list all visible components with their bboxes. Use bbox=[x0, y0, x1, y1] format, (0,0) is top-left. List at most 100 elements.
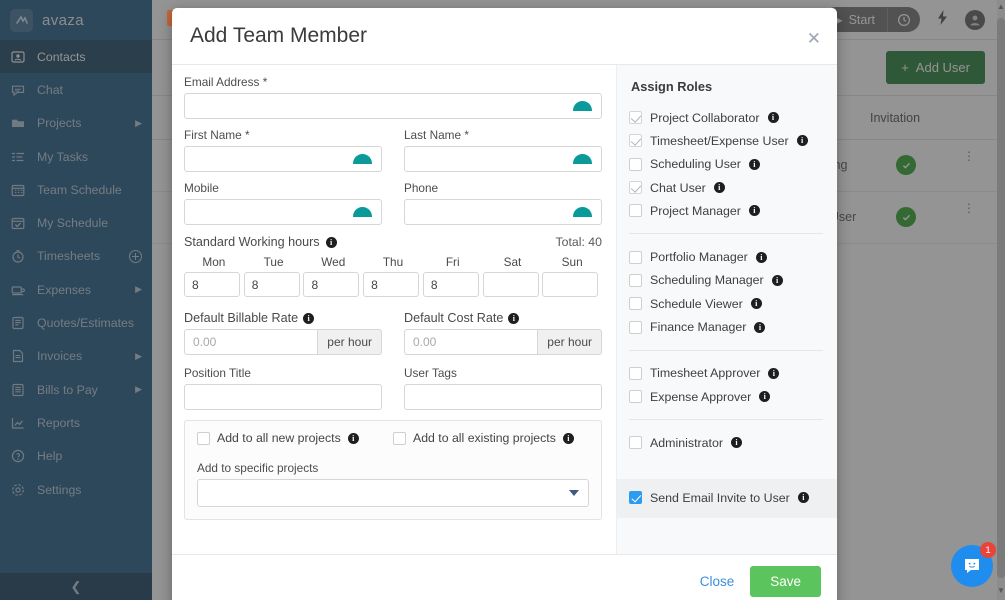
email-field-group: Email Address * bbox=[184, 75, 602, 119]
role-label: Project Manager bbox=[650, 203, 741, 218]
day-label: Sun bbox=[561, 255, 583, 269]
info-icon[interactable]: i bbox=[748, 158, 760, 170]
role-timesheet-approver[interactable]: Timesheet Approver i bbox=[629, 362, 823, 385]
day-input[interactable]: 8 bbox=[303, 272, 360, 297]
add-to-all-existing-projects-checkbox[interactable] bbox=[393, 431, 406, 445]
autofill-arch-icon[interactable] bbox=[573, 101, 592, 111]
info-icon[interactable]: i bbox=[767, 112, 779, 124]
info-icon[interactable]: i bbox=[771, 274, 783, 286]
role-checkbox[interactable] bbox=[629, 204, 642, 218]
required-marker: * bbox=[464, 128, 469, 142]
cost-rate-placeholder: 0.00 bbox=[413, 335, 437, 349]
role-expense-approver[interactable]: Expense Approver i bbox=[629, 385, 823, 408]
role-project-manager[interactable]: Project Manager i bbox=[629, 199, 823, 222]
send-email-invite-label: Send Email Invite to User bbox=[650, 490, 790, 505]
role-checkbox[interactable] bbox=[629, 157, 642, 171]
billable-rate-placeholder: 0.00 bbox=[193, 335, 217, 349]
role-checkbox[interactable] bbox=[629, 250, 642, 264]
role-finance-manager[interactable]: Finance Manager i bbox=[629, 315, 823, 338]
info-icon[interactable]: i bbox=[768, 367, 780, 379]
role-checkbox[interactable] bbox=[629, 320, 642, 334]
autofill-arch-icon[interactable] bbox=[353, 154, 372, 164]
role-label: Project Collaborator bbox=[650, 110, 760, 125]
add-to-specific-projects-select[interactable] bbox=[197, 479, 589, 507]
add-to-all-existing-projects-row[interactable]: Add to all existing projects i bbox=[393, 431, 589, 445]
info-icon[interactable]: i bbox=[713, 182, 725, 194]
modal-body: Email Address * First Name * Last Name *… bbox=[172, 65, 837, 554]
user-tags-field[interactable] bbox=[404, 384, 602, 410]
role-label: Schedule Viewer bbox=[650, 296, 743, 311]
member-details-form: Email Address * First Name * Last Name *… bbox=[172, 65, 616, 554]
role-checkbox[interactable] bbox=[629, 390, 642, 404]
day-input[interactable]: 8 bbox=[184, 272, 240, 297]
role-scheduling-manager[interactable]: Scheduling Manager i bbox=[629, 269, 823, 292]
role-label: Scheduling Manager bbox=[650, 273, 764, 288]
role-checkbox[interactable] bbox=[629, 111, 642, 125]
role-portfolio-manager[interactable]: Portfolio Manager i bbox=[629, 245, 823, 268]
info-icon[interactable]: i bbox=[754, 321, 766, 333]
day-input[interactable] bbox=[542, 272, 599, 297]
info-icon[interactable]: i bbox=[325, 236, 337, 248]
info-icon[interactable]: i bbox=[759, 391, 771, 403]
role-timesheet-expense-user[interactable]: Timesheet/Expense User i bbox=[629, 129, 823, 152]
role-checkbox[interactable] bbox=[629, 273, 642, 287]
billable-rate-input[interactable]: 0.00 bbox=[184, 329, 318, 355]
save-button[interactable]: Save bbox=[750, 566, 821, 597]
last-name-field-label: Last Name * bbox=[404, 128, 469, 142]
role-checkbox[interactable] bbox=[629, 366, 642, 380]
role-label: Timesheet/Expense User bbox=[650, 133, 789, 148]
info-icon[interactable]: i bbox=[750, 298, 762, 310]
email-field[interactable] bbox=[184, 93, 602, 119]
role-label: Timesheet Approver bbox=[650, 366, 761, 381]
send-email-invite-row[interactable]: Send Email Invite to User i bbox=[629, 491, 825, 505]
info-icon[interactable]: i bbox=[797, 492, 809, 504]
role-chat-user[interactable]: Chat User i bbox=[629, 176, 823, 199]
day-input[interactable]: 8 bbox=[363, 272, 420, 297]
info-icon[interactable]: i bbox=[731, 437, 742, 449]
role-schedule-viewer[interactable]: Schedule Viewer i bbox=[629, 292, 823, 315]
required-marker: * bbox=[244, 128, 250, 142]
phone-field[interactable] bbox=[404, 199, 602, 225]
intercom-launcher[interactable]: 1 bbox=[951, 542, 996, 587]
role-checkbox[interactable] bbox=[629, 134, 642, 148]
phone-field-group: Phone bbox=[404, 181, 602, 225]
day-input[interactable] bbox=[482, 272, 539, 297]
info-icon[interactable]: i bbox=[755, 251, 767, 263]
day-input[interactable]: 8 bbox=[422, 272, 479, 297]
position-title-label: Position Title bbox=[184, 366, 251, 380]
day-label: Wed bbox=[321, 255, 346, 269]
cost-rate-group: Default Cost Rate i 0.00 per hour bbox=[404, 311, 602, 355]
role-project-collaborator[interactable]: Project Collaborator i bbox=[629, 106, 823, 129]
first-name-field[interactable] bbox=[184, 146, 382, 172]
info-icon[interactable]: i bbox=[796, 135, 808, 147]
mobile-field-label: Mobile bbox=[184, 181, 219, 195]
info-icon[interactable]: i bbox=[748, 205, 760, 217]
mobile-field[interactable] bbox=[184, 199, 382, 225]
role-checkbox[interactable] bbox=[629, 436, 642, 450]
close-icon[interactable]: ✕ bbox=[807, 30, 821, 47]
role-checkbox[interactable] bbox=[629, 181, 642, 195]
last-name-field[interactable] bbox=[404, 146, 602, 172]
add-to-all-existing-projects-label: Add to all existing projects bbox=[413, 431, 556, 445]
cost-rate-suffix: per hour bbox=[537, 329, 602, 355]
close-button[interactable]: Close bbox=[700, 574, 735, 589]
info-icon[interactable]: i bbox=[508, 312, 520, 324]
role-administrator[interactable]: Administrator i bbox=[629, 431, 823, 454]
autofill-arch-icon[interactable] bbox=[353, 207, 372, 217]
send-email-invite-checkbox[interactable] bbox=[629, 491, 642, 505]
role-label: Chat User bbox=[650, 180, 706, 195]
day-label: Sat bbox=[503, 255, 522, 269]
info-icon[interactable]: i bbox=[562, 432, 574, 444]
info-icon[interactable]: i bbox=[303, 312, 315, 324]
role-scheduling-user[interactable]: Scheduling User i bbox=[629, 153, 823, 176]
add-to-all-new-projects-checkbox[interactable] bbox=[197, 431, 210, 445]
role-checkbox[interactable] bbox=[629, 297, 642, 311]
add-to-all-new-projects-row[interactable]: Add to all new projects i bbox=[197, 431, 393, 445]
position-title-field[interactable] bbox=[184, 384, 382, 410]
cost-rate-input[interactable]: 0.00 bbox=[404, 329, 538, 355]
day-input[interactable]: 8 bbox=[243, 272, 300, 297]
autofill-arch-icon[interactable] bbox=[573, 154, 592, 164]
info-icon[interactable]: i bbox=[347, 432, 359, 444]
autofill-arch-icon[interactable] bbox=[573, 207, 592, 217]
cost-rate-label: Default Cost Rate i bbox=[404, 311, 602, 325]
